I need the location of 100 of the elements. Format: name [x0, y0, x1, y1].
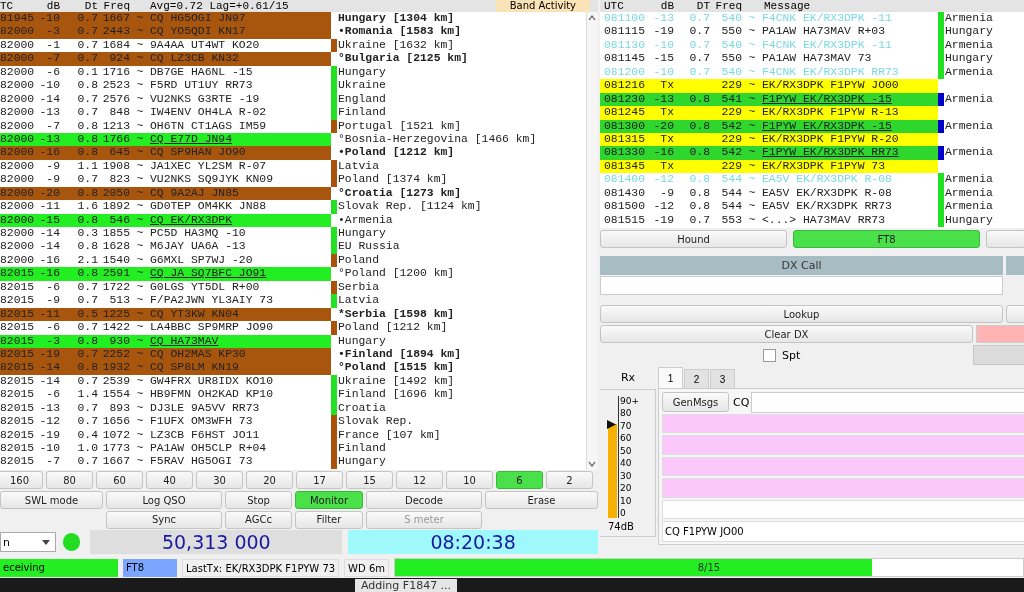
snr-cell-text: -20 [652, 119, 674, 133]
message-cell-text: F1PYW EK/RX3DPK RR73 [762, 146, 900, 160]
time-cell: 82015 [0, 267, 36, 281]
freq-cell-text: 540 [720, 38, 742, 53]
control-button[interactable]: Sync [106, 510, 222, 529]
message-field[interactable] [662, 414, 1024, 434]
band-button[interactable]: 160 [0, 471, 43, 489]
band-button[interactable]: 60 [96, 471, 143, 489]
message-field[interactable] [662, 499, 1024, 520]
message-cell-text: F1UFX OM3WFH 73 [150, 415, 254, 429]
band-button[interactable]: 15 [346, 471, 393, 489]
spt-checkbox[interactable] [763, 348, 776, 362]
dropdown[interactable]: n [0, 532, 56, 552]
freq-cell-text: 893 [108, 401, 130, 416]
scroll-up-icon[interactable] [588, 15, 596, 21]
control-button[interactable]: Filter [295, 510, 363, 529]
time-cell-text: 081245 [603, 106, 646, 120]
clear-dx-button[interactable]: Clear DX [600, 325, 973, 343]
message-field[interactable] [662, 435, 1024, 455]
mode-button[interactable]: FT8 [793, 230, 981, 248]
message-cell-text: CQ YT3KW KN04 [150, 307, 240, 322]
caret-icon [41, 539, 50, 545]
freq-cell-text: 542 [720, 119, 742, 133]
message-cell-text: EK/RX3DPK F1PYW R-13 [762, 106, 900, 120]
message-field[interactable] [662, 456, 1024, 477]
band-button[interactable]: 30 [196, 471, 243, 489]
tab[interactable]: 2 [684, 369, 709, 388]
time-cell: 82015 [0, 307, 36, 322]
mode-button[interactable]: Hound [600, 230, 788, 248]
band-button[interactable]: 80 [46, 471, 93, 489]
time-cell: 82015 [0, 388, 36, 402]
message-cell-text: F4CNK EK/RX3DPK -11 [762, 38, 893, 53]
band-button[interactable]: 2 [546, 471, 593, 489]
time-cell-text: 081216 [603, 79, 646, 93]
scale-label: 70 [620, 420, 633, 431]
country-cell: °Poland [1200 km] [337, 267, 455, 281]
genmsgs-button[interactable]: GenMsgs [662, 392, 729, 412]
snr-cell-text: -13 [652, 12, 674, 26]
country-cell: Finland [337, 106, 386, 120]
message-field[interactable] [662, 478, 1024, 498]
snr-cell-text: -10 [38, 79, 60, 93]
freq-cell-text: 1716 [101, 65, 130, 80]
dt-cell-text: 0.7 [688, 25, 710, 39]
button[interactable] [986, 230, 1024, 248]
sync-cell-text: ~ [135, 173, 145, 187]
message-cell-text: EA5V EK/RX3DPK RR73 [762, 200, 893, 214]
country-cell: Hungary [337, 227, 386, 241]
control-button[interactable]: Stop [225, 491, 292, 509]
band-button[interactable]: 12 [396, 471, 443, 489]
freq-cell-text: 1656 [101, 415, 130, 429]
free-text-field[interactable]: CQ F1PYW JO00 [662, 521, 1024, 543]
country-cell: Croatia [337, 401, 386, 416]
message-cell-text: F5RAV HG5OGI 73 [150, 455, 254, 469]
band-button[interactable]: 10 [446, 471, 493, 489]
message-cell-text: OH6TN CT1AGS IM59 [150, 119, 268, 133]
input-field[interactable] [751, 391, 1024, 413]
lookup-button[interactable]: Lookup [600, 305, 1003, 323]
tab[interactable]: 3 [710, 369, 735, 388]
sync-cell-text: ~ [747, 106, 757, 120]
time-cell-text: 081515 [603, 213, 646, 227]
time-cell: 82000 [0, 92, 36, 107]
band-button[interactable]: 6 [496, 471, 543, 489]
control-button[interactable]: SWL mode [0, 491, 103, 509]
control-button[interactable]: AGCc [225, 510, 292, 529]
message-cell-text: EA5V EK/RX3DPK R-08 [762, 186, 893, 201]
level-reading: 74dB [608, 521, 635, 532]
sync-cell-text: ~ [135, 442, 145, 456]
control-button[interactable]: Log QSO [106, 491, 222, 509]
message-cell-text: F4CNK EK/RX3DPK -11 [762, 12, 893, 26]
freq-cell-text: 540 [720, 65, 742, 80]
scroll-down-icon[interactable] [588, 461, 596, 467]
time-cell: 82000 [0, 65, 36, 80]
message-cell-text: CQ SP8LM KN19 [150, 361, 240, 375]
message-cell-text: JA1XEC YL2SM R-07 [150, 159, 268, 174]
time-cell-text: 081430 [603, 186, 646, 201]
sync-cell-text: ~ [135, 132, 145, 147]
button[interactable] [973, 345, 1024, 365]
dt-cell-text: 0.7 [688, 213, 710, 227]
country-cell: °Croatia [1273 km] [337, 186, 462, 201]
tab[interactable]: 1 [658, 367, 683, 388]
snr-cell-text: -7 [45, 52, 60, 66]
snr-cell-text: -19 [38, 347, 60, 362]
time-cell-text: 081100 [603, 12, 646, 26]
freq-cell-text: 2523 [101, 79, 130, 93]
sync-cell-text: ~ [747, 119, 757, 133]
control-button[interactable]: Erase [485, 491, 598, 509]
snr-cell-text: Tx [659, 106, 674, 120]
snr-cell-text: -14 [38, 374, 60, 389]
control-button[interactable]: Decode [366, 491, 482, 509]
band-button[interactable]: 17 [296, 471, 343, 489]
control-button[interactable]: Monitor [295, 491, 363, 509]
scrollbar[interactable] [586, 12, 598, 470]
time-cell: 82000 [0, 213, 36, 227]
band-button[interactable]: 20 [246, 471, 293, 489]
button[interactable] [1006, 305, 1024, 323]
cq-label: CQ [733, 395, 747, 409]
band-button[interactable]: 40 [146, 471, 193, 489]
country-cell: Hungary [1304 km] [337, 12, 455, 26]
dx-call-field[interactable] [600, 276, 1003, 295]
time-cell: 82015 [0, 455, 36, 469]
